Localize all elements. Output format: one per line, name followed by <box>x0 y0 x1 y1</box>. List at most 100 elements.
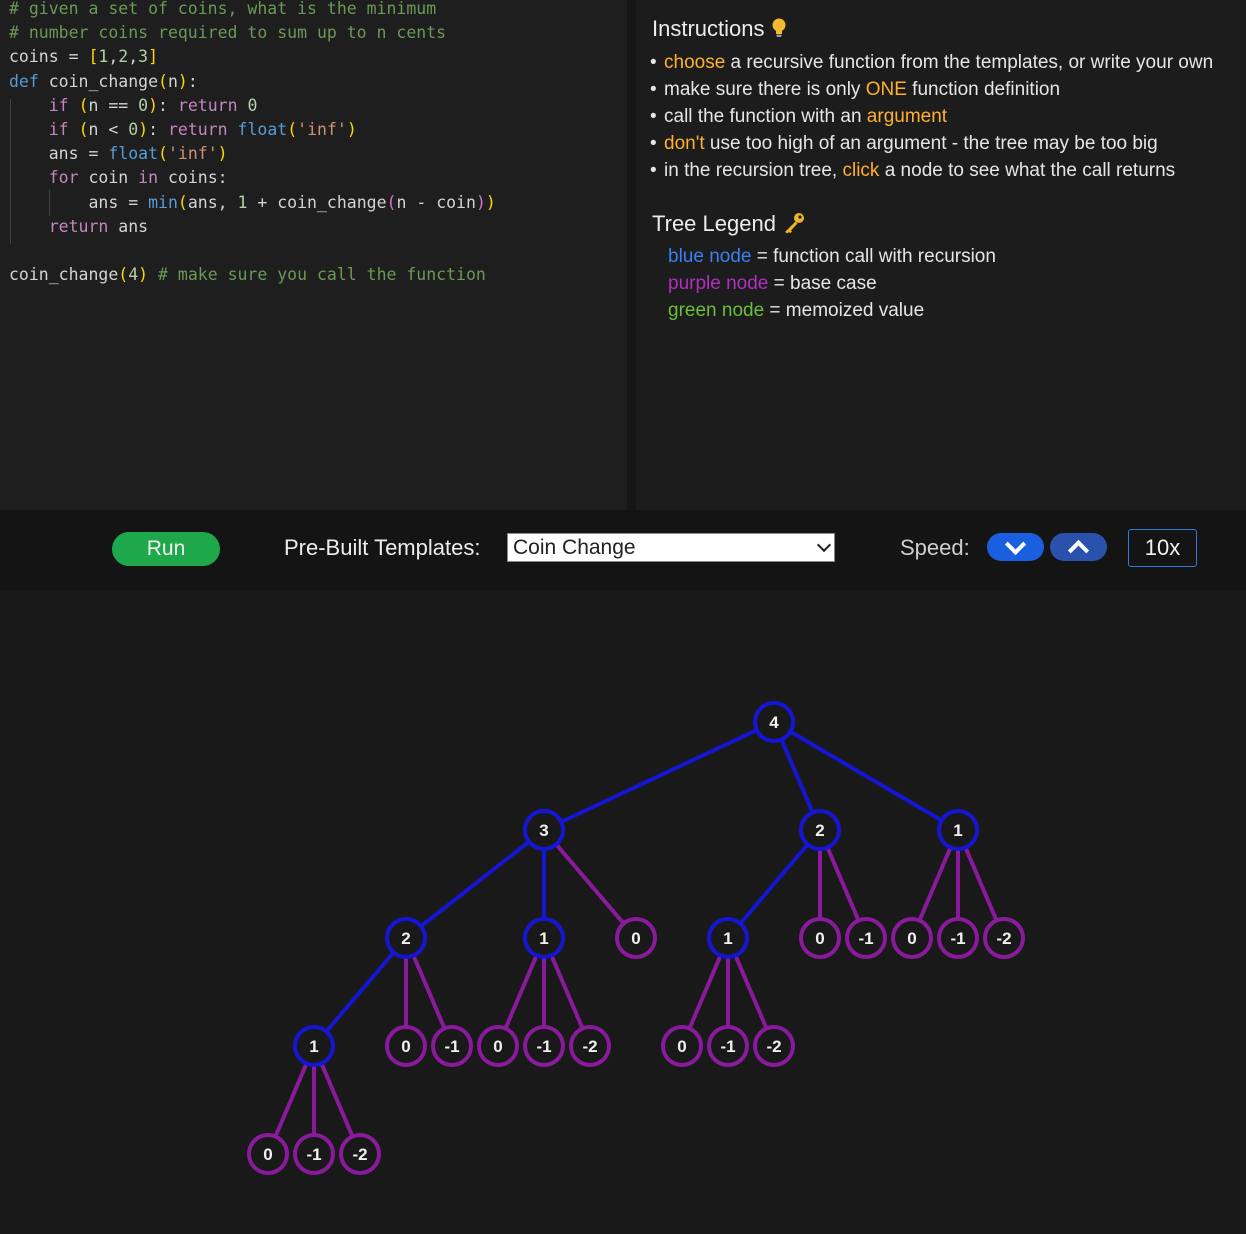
instruction-highlight: don't <box>664 133 705 154</box>
code-line[interactable]: for coin in coins: <box>9 166 627 190</box>
speed-up-button[interactable] <box>1050 533 1107 562</box>
chevron-down-icon <box>1004 533 1027 556</box>
tree-node-recursive[interactable]: 1 <box>937 809 979 851</box>
tree-node-base[interactable]: 0 <box>477 1025 519 1067</box>
code-text[interactable]: # given a set of coins, what is the mini… <box>0 0 627 287</box>
code-token: n < <box>88 120 129 140</box>
code-token: 2 <box>118 47 129 67</box>
tree-node-recursive[interactable]: 1 <box>707 917 749 959</box>
code-token: ) <box>217 144 228 164</box>
code-line[interactable]: return ans <box>9 215 627 239</box>
tree-node-recursive[interactable]: 4 <box>753 701 795 743</box>
chevron-down-icon <box>816 537 832 553</box>
tree-node-label: 0 <box>907 929 916 948</box>
code-token: ( <box>78 95 89 115</box>
legend-label: blue node <box>668 246 752 267</box>
tree-node-base[interactable]: 0 <box>661 1025 703 1067</box>
code-line[interactable]: # given a set of coins, what is the mini… <box>9 0 627 21</box>
code-line[interactable]: # number coins required to sum up to n c… <box>9 21 627 45</box>
tree-node-base[interactable]: -1 <box>707 1025 749 1067</box>
legend-title: Tree Legend <box>652 211 776 236</box>
code-line[interactable]: if (n < 0): return float('inf') <box>9 118 627 142</box>
code-token: ) <box>138 265 149 285</box>
tree-node-label: 1 <box>953 821 962 840</box>
code-token: coin_change <box>9 265 119 285</box>
code-token: [ <box>88 47 99 67</box>
code-token: coin <box>88 168 139 188</box>
tree-node-base[interactable]: -1 <box>293 1133 335 1175</box>
speed-value: 10x <box>1128 529 1197 567</box>
code-token: # make sure you call the function <box>158 265 486 285</box>
tree-node-recursive[interactable]: 3 <box>523 809 565 851</box>
code-token: ( <box>158 144 168 164</box>
tree-node-label: 0 <box>401 1037 410 1056</box>
tree-node-label: -2 <box>996 929 1011 948</box>
code-line[interactable]: ans = float('inf') <box>9 142 627 166</box>
code-line[interactable] <box>9 239 627 263</box>
speed-down-button[interactable] <box>987 533 1044 561</box>
tree-node-label: -1 <box>720 1037 735 1056</box>
tree-node-recursive[interactable]: 2 <box>799 809 841 851</box>
template-select[interactable]: Coin Change <box>507 533 835 562</box>
instruction-text: use too high of an argument - the tree m… <box>704 133 1158 154</box>
tree-edge <box>543 720 775 832</box>
code-token: ( <box>287 120 298 140</box>
template-select-value: Coin Change <box>513 536 636 559</box>
tree-node-base[interactable]: -1 <box>937 917 979 959</box>
tree-node-base[interactable]: -2 <box>753 1025 795 1067</box>
instruction-highlight: argument <box>866 106 948 127</box>
code-token: return <box>48 216 119 236</box>
code-token: 3 <box>138 47 149 67</box>
tree-node-recursive[interactable]: 1 <box>523 917 565 959</box>
code-token: : <box>187 71 198 91</box>
tree-node-base[interactable]: -2 <box>339 1133 381 1175</box>
tree-node-base[interactable]: -2 <box>983 917 1025 959</box>
instruction-item: make sure there is only ONE function def… <box>650 79 1060 101</box>
code-editor[interactable]: # given a set of coins, what is the mini… <box>0 0 627 510</box>
tree-node-recursive[interactable]: 1 <box>293 1025 335 1067</box>
code-token: ( <box>118 265 129 285</box>
instruction-item: in the recursion tree, click a node to s… <box>650 160 1175 182</box>
legend-item-recursive: blue node = function call with recursion <box>668 246 996 268</box>
tree-node-base[interactable]: -1 <box>431 1025 473 1067</box>
legend-item-memo: green node = memoized value <box>668 300 924 322</box>
tree-node-base[interactable]: 0 <box>247 1133 289 1175</box>
tree-node-base[interactable]: 0 <box>799 917 841 959</box>
code-line[interactable]: if (n == 0): return 0 <box>9 94 627 118</box>
legend-label: green node <box>668 300 765 321</box>
instruction-item: call the function with an argument <box>650 106 948 128</box>
tree-node-base[interactable]: -2 <box>569 1025 611 1067</box>
tree-node-base[interactable]: 0 <box>891 917 933 959</box>
code-token: float <box>108 144 159 164</box>
legend-label: purple node <box>668 273 769 294</box>
instruction-text: make sure there is only <box>664 79 866 100</box>
code-line[interactable]: ans = min(ans, 1 + coin_change(n - coin)… <box>9 191 627 215</box>
code-token: if <box>48 120 79 140</box>
code-token: ) <box>475 192 486 212</box>
code-line[interactable]: coin_change(4) # make sure you call the … <box>9 263 627 287</box>
tree-node-label: 0 <box>631 929 640 948</box>
code-token: ) <box>485 192 496 212</box>
tree-node-recursive[interactable]: 2 <box>385 917 427 959</box>
tree-node-label: -2 <box>582 1037 597 1056</box>
code-token: ans <box>118 216 149 236</box>
tree-node-base[interactable]: 0 <box>615 917 657 959</box>
instruction-text: in the recursion tree, <box>664 160 843 181</box>
tree-edge <box>312 936 408 1048</box>
code-token: , <box>108 47 119 67</box>
tree-node-base[interactable]: -1 <box>523 1025 565 1067</box>
run-button[interactable]: Run <box>112 532 220 566</box>
tree-node-label: 0 <box>677 1037 686 1056</box>
tree-node-base[interactable]: -1 <box>845 917 887 959</box>
tree-node-base[interactable]: 0 <box>385 1025 427 1067</box>
code-line[interactable]: def coin_change(n): <box>9 70 627 94</box>
code-token: ( <box>177 192 188 212</box>
panel-divider[interactable] <box>627 0 636 510</box>
tree-node-label: -1 <box>858 929 873 948</box>
code-token: # given a set of coins, what is the mini… <box>9 0 437 18</box>
code-line[interactable]: coins = [1,2,3] <box>9 45 627 69</box>
instructions-heading: Instructions <box>652 16 787 42</box>
code-token: ) <box>177 71 188 91</box>
